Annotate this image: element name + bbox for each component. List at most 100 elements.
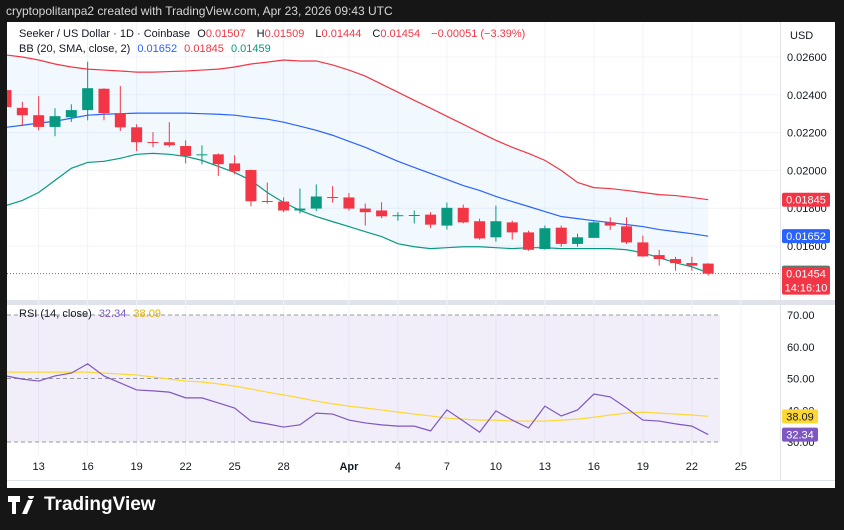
time-tick-label: 13 — [33, 461, 45, 473]
candle-body — [294, 208, 306, 211]
candle-body — [457, 207, 469, 223]
time-tick-label: 16 — [82, 461, 94, 473]
time-tick-label: 22 — [686, 461, 698, 473]
candle-body — [327, 197, 339, 199]
high-label: H — [256, 28, 265, 40]
time-tick-label: 25 — [735, 461, 747, 473]
open-label: O — [197, 28, 206, 40]
rsi-ma-value: 38.09 — [133, 308, 161, 320]
candle-body — [408, 215, 420, 217]
candle-body — [506, 222, 518, 233]
tradingview-logo-icon — [8, 496, 34, 514]
price-tick-label: 0.02600 — [787, 52, 827, 64]
bb-fill — [7, 55, 709, 273]
candle-body — [588, 222, 600, 238]
pane-separator — [7, 300, 835, 305]
bb-upper-value: 0.01845 — [184, 43, 224, 55]
time-tick-label: 19 — [637, 461, 649, 473]
time-tick-label: 19 — [131, 461, 143, 473]
candle-body — [523, 232, 535, 250]
candle-body — [686, 263, 698, 266]
open-value: 0.01507 — [205, 28, 246, 40]
price-tick-label: 0.02000 — [787, 165, 827, 177]
bb-lower-value: 0.01459 — [230, 43, 271, 55]
time-tick-label: 25 — [228, 461, 240, 473]
candle-body — [376, 210, 388, 217]
chart-caption: cryptopolitanpa2 created with TradingVie… — [6, 4, 393, 18]
rsi-label[interactable]: RSI (14, close) — [19, 308, 92, 320]
rsi-tick-label: 60.00 — [787, 342, 815, 354]
price-axis-label: 0.01454 — [786, 269, 826, 281]
candle-body — [16, 107, 28, 116]
candle-body — [180, 146, 192, 157]
candle-body — [604, 222, 616, 226]
candle — [555, 225, 567, 247]
price-axis-label: 0.01652 — [786, 231, 826, 243]
bb-basis-value: 0.01652 — [137, 43, 178, 55]
symbol-title[interactable]: Seeker / US Dollar · 1D · Coinbase — [19, 28, 190, 40]
time-tick-label: 13 — [539, 461, 551, 473]
time-tick-label: 16 — [588, 461, 600, 473]
candle-body — [637, 242, 649, 257]
rsi-tick-label: 50.00 — [787, 374, 815, 386]
time-axis-border — [7, 480, 835, 481]
candle-body — [114, 113, 126, 128]
rsi-axis-label: 38.09 — [786, 411, 814, 423]
candle-body — [196, 154, 208, 156]
price-axis-border — [780, 22, 781, 480]
price-tick-label: 0.02400 — [787, 90, 827, 102]
candle-body — [310, 196, 322, 209]
candle-body — [245, 170, 257, 202]
tradingview-logo[interactable]: TradingView — [8, 494, 156, 516]
high-value: 0.01509 — [264, 28, 305, 40]
time-tick-label: 7 — [444, 461, 450, 473]
chart-svg[interactable]: 0.026000.024000.022000.020000.018000.016… — [7, 22, 835, 488]
time-tick-label: Apr — [339, 461, 359, 473]
rsi-tick-label: 70.00 — [787, 310, 815, 322]
candle — [245, 169, 257, 207]
candle — [7, 90, 12, 108]
candle-body — [98, 88, 110, 114]
candle — [474, 218, 486, 240]
candle-body — [653, 255, 665, 260]
rsi-axis-label: 32.34 — [786, 430, 814, 442]
candle-body — [82, 88, 94, 111]
candle-body — [229, 163, 241, 172]
candle-body — [670, 259, 682, 264]
candle-body — [147, 142, 159, 144]
time-tick-label: 28 — [277, 461, 289, 473]
candle-body — [65, 110, 77, 118]
time-tick-label: 22 — [180, 461, 192, 473]
rsi-legend: RSI (14, close) 32.34 38.09 — [19, 308, 165, 320]
time-tick-label: 4 — [395, 461, 401, 473]
candle-body — [33, 115, 45, 127]
candle-body — [359, 208, 371, 213]
candle-body — [343, 197, 355, 209]
candle-body — [278, 201, 290, 211]
candle-body — [702, 263, 714, 274]
price-tick-label: 0.02200 — [787, 128, 827, 140]
candle — [588, 221, 600, 238]
candle-body — [441, 207, 453, 226]
candle-body — [131, 127, 143, 143]
candle-body — [7, 90, 12, 108]
candle-body — [163, 142, 175, 146]
currency-label[interactable]: USD — [790, 30, 813, 42]
candle-body — [621, 226, 633, 243]
candle-body — [572, 237, 584, 244]
change-value: −0.00051 (−3.39%) — [431, 28, 526, 40]
low-value: 0.01444 — [321, 28, 362, 40]
candle-body — [261, 201, 273, 203]
chart-panel[interactable]: 0.02600 0.02400 0.02200 0.02000 0.01800 0.016… — [7, 22, 835, 488]
brand-name: TradingView — [44, 494, 156, 515]
symbol-legend: Seeker / US Dollar · 1D · Coinbase O0.01… — [19, 28, 529, 40]
bb-legend: BB (20, SMA, close, 2) 0.01652 0.01845 0… — [19, 43, 275, 55]
time-tick-label: 10 — [490, 461, 502, 473]
candle-body — [425, 214, 437, 225]
candle — [523, 230, 535, 251]
rsi-value: 32.34 — [98, 308, 127, 320]
candle-body — [555, 227, 567, 244]
bb-label[interactable]: BB (20, SMA, close, 2) — [19, 43, 130, 55]
candle-body — [490, 221, 502, 238]
candle-body — [539, 228, 551, 250]
